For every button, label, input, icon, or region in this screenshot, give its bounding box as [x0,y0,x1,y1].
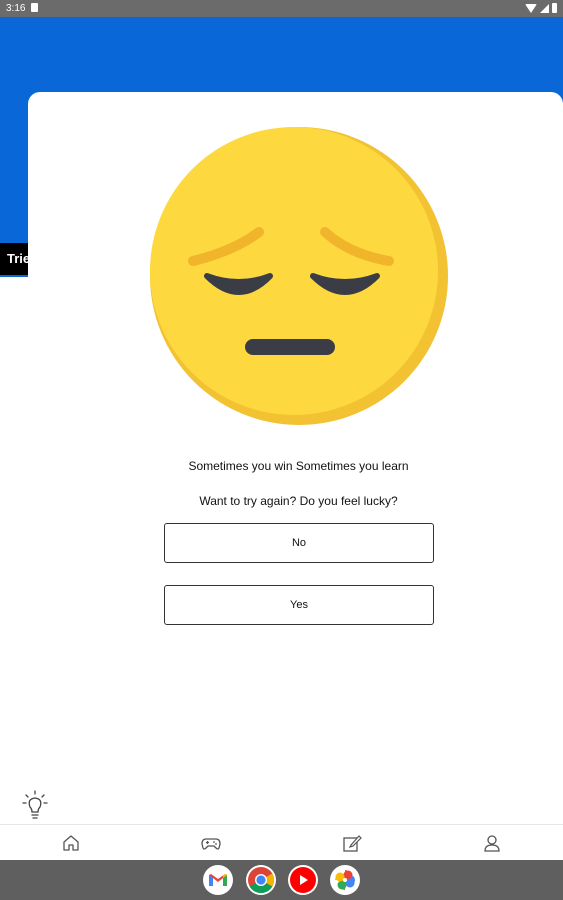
taskbar [0,860,563,900]
lightbulb-icon[interactable] [22,790,48,822]
dialog-question: Want to try again? Do you feel lucky? [199,494,398,508]
status-indicators [525,3,557,13]
youtube-icon[interactable] [288,865,318,895]
pensive-face-icon [150,127,448,425]
battery-icon [552,3,557,13]
yes-button[interactable]: Yes [164,585,434,625]
result-dialog: Sometimes you win Sometimes you learn Wa… [28,92,563,824]
sd-card-icon [31,3,38,12]
status-time: 3:16 [6,3,26,14]
gamepad-icon[interactable] [201,833,221,853]
dialog-message: Sometimes you win Sometimes you learn [188,459,409,473]
home-icon[interactable] [61,833,81,853]
photos-icon[interactable] [330,865,360,895]
no-button[interactable]: No [164,523,434,563]
status-bar: 3:16 [0,0,563,17]
profile-icon[interactable] [482,833,502,853]
chrome-icon[interactable] [246,865,276,895]
bottom-navigation [0,824,563,861]
wifi-icon [525,3,537,13]
gmail-icon[interactable] [203,865,233,895]
edit-icon[interactable] [342,833,362,853]
signal-icon [540,3,549,13]
